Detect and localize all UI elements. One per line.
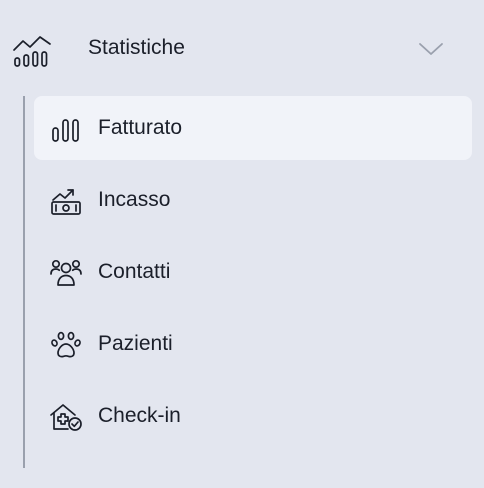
statistics-section-toggle[interactable]: Statistiche	[0, 20, 484, 76]
statistics-section-title: Statistiche	[88, 36, 185, 59]
sidebar-item-label: Fatturato	[98, 116, 183, 139]
paw-icon	[50, 329, 82, 361]
sidebar-item-check-in[interactable]: Check-in	[34, 384, 472, 448]
bar-chart-icon	[50, 113, 82, 145]
sidebar-statistics-menu: Statistiche Fatturato Incasso Contatti P…	[0, 0, 484, 488]
clinic-check-icon	[50, 401, 82, 433]
tree-connector-line	[23, 96, 25, 468]
chevron-down-icon[interactable]	[417, 38, 445, 58]
sidebar-item-label: Pazienti	[98, 332, 173, 355]
people-group-icon	[50, 257, 82, 289]
statistics-chart-icon	[12, 28, 52, 68]
sidebar-item-label: Check-in	[98, 404, 181, 427]
sidebar-item-label: Contatti	[98, 260, 171, 283]
sidebar-item-fatturato[interactable]: Fatturato	[34, 96, 472, 160]
sidebar-item-label: Incasso	[98, 188, 171, 211]
sidebar-item-incasso[interactable]: Incasso	[34, 168, 472, 232]
sidebar-item-contatti[interactable]: Contatti	[34, 240, 472, 304]
cash-growth-icon	[50, 185, 82, 217]
sidebar-item-pazienti[interactable]: Pazienti	[34, 312, 472, 376]
